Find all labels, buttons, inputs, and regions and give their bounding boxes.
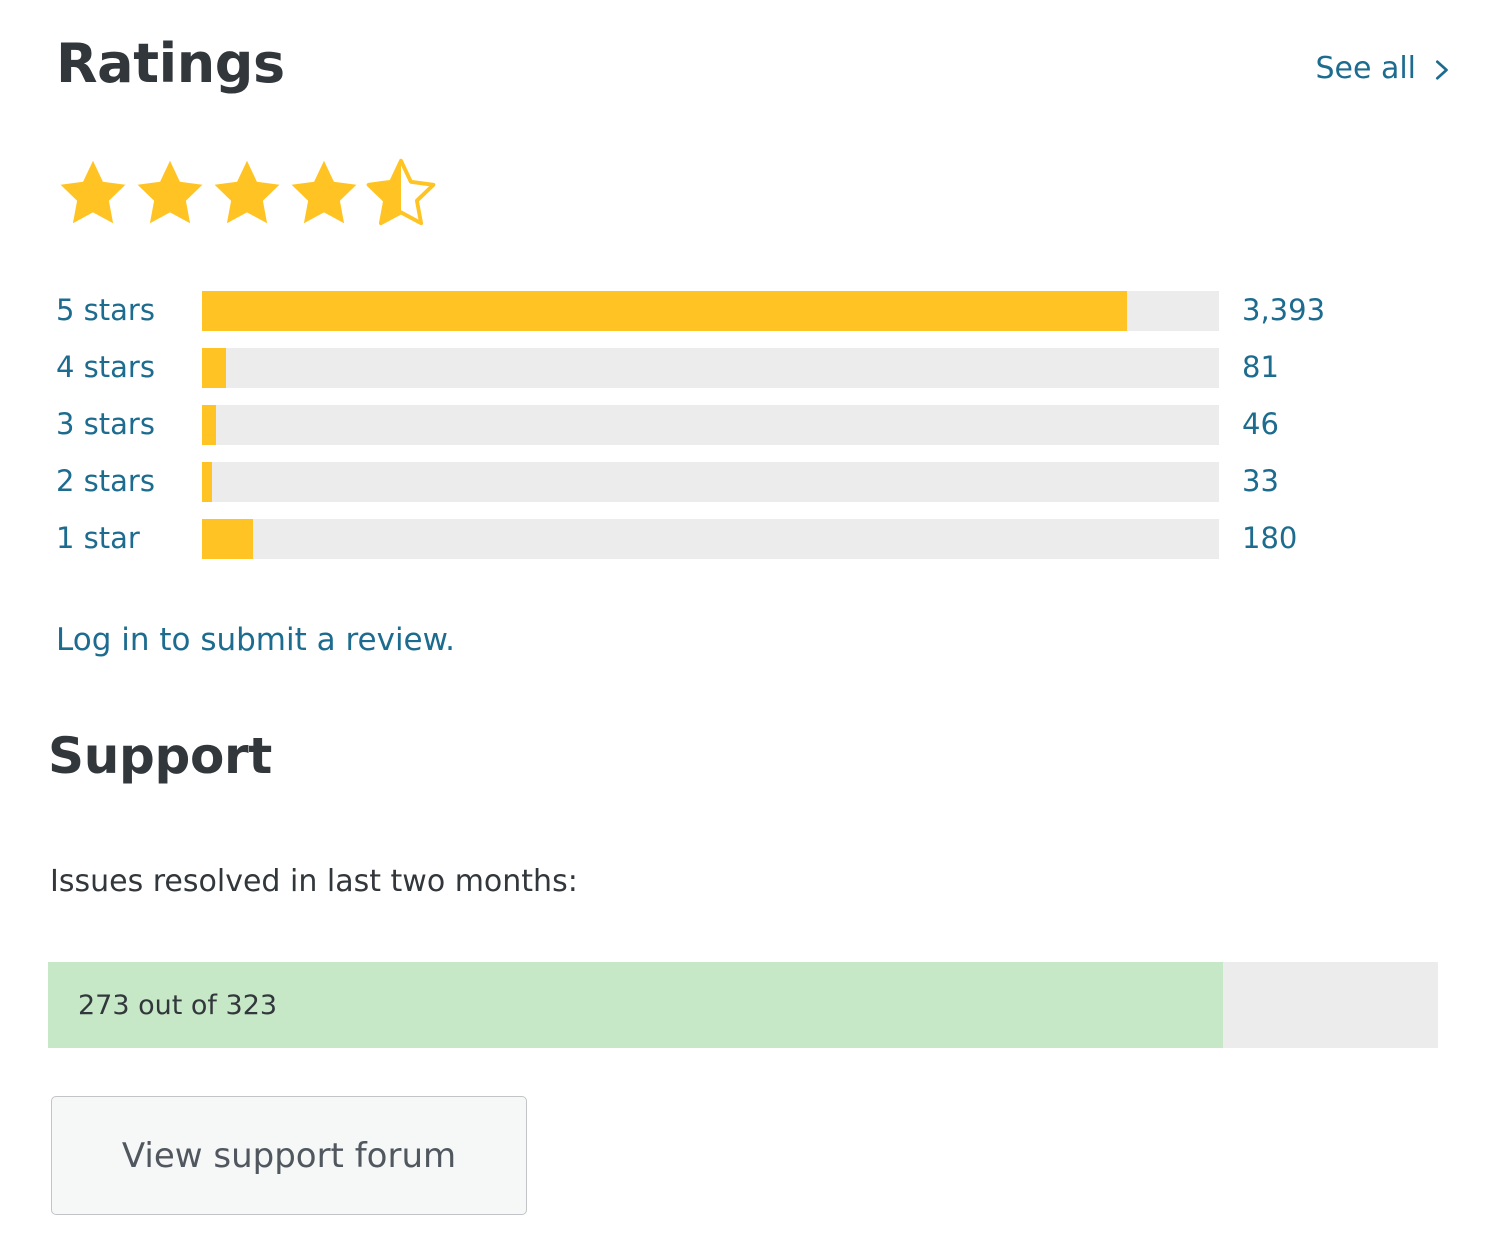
- ratings-breakdown: 5 stars 3,393 4 stars 81 3 stars 46 2 st…: [0, 282, 1496, 567]
- rating-row-2: 2 stars 33: [0, 453, 1496, 510]
- star-icon: [132, 156, 208, 228]
- rating-bar-fill-5: [202, 291, 1127, 331]
- ratings-header: Ratings See all: [56, 28, 1452, 100]
- rating-count-1: 180: [1219, 524, 1297, 553]
- rating-bar-track-5: [202, 291, 1219, 331]
- rating-label-3[interactable]: 3 stars: [0, 410, 202, 439]
- login-to-review-link[interactable]: Log in to submit a review.: [56, 620, 455, 660]
- rating-label-5[interactable]: 5 stars: [0, 296, 202, 325]
- issues-resolved-meter-text: 273 out of 323: [78, 962, 277, 1048]
- see-all-link[interactable]: See all: [1315, 44, 1452, 84]
- rating-bar-track-1: [202, 519, 1219, 559]
- rating-row-5: 5 stars 3,393: [0, 282, 1496, 339]
- rating-count-3: 46: [1219, 410, 1279, 439]
- average-star-rating: [55, 156, 439, 228]
- rating-count-4: 81: [1219, 353, 1279, 382]
- support-title: Support: [48, 731, 272, 781]
- rating-row-4: 4 stars 81: [0, 339, 1496, 396]
- chevron-right-icon: [1430, 59, 1452, 81]
- rating-count-2: 33: [1219, 467, 1279, 496]
- rating-label-1[interactable]: 1 star: [0, 524, 202, 553]
- issues-resolved-meter: 273 out of 323: [48, 962, 1438, 1048]
- rating-label-2[interactable]: 2 stars: [0, 467, 202, 496]
- rating-bar-fill-1: [202, 519, 253, 559]
- plugin-ratings-support-panel: Ratings See all: [0, 0, 1496, 1244]
- rating-bar-fill-2: [202, 462, 212, 502]
- issues-resolved-label: Issues resolved in last two months:: [50, 864, 578, 900]
- rating-bar-track-2: [202, 462, 1219, 502]
- rating-row-3: 3 stars 46: [0, 396, 1496, 453]
- star-icon: [55, 156, 131, 228]
- rating-label-4[interactable]: 4 stars: [0, 353, 202, 382]
- star-icon: [209, 156, 285, 228]
- rating-count-5: 3,393: [1219, 296, 1325, 325]
- rating-bar-fill-3: [202, 405, 216, 445]
- rating-bar-track-3: [202, 405, 1219, 445]
- rating-bar-track-4: [202, 348, 1219, 388]
- rating-bar-fill-4: [202, 348, 226, 388]
- page-title: Ratings: [56, 37, 285, 91]
- star-icon: [286, 156, 362, 228]
- see-all-label: See all: [1315, 54, 1416, 84]
- rating-row-1: 1 star 180: [0, 510, 1496, 567]
- view-support-forum-button[interactable]: View support forum: [51, 1096, 527, 1215]
- star-half-icon: [363, 156, 439, 228]
